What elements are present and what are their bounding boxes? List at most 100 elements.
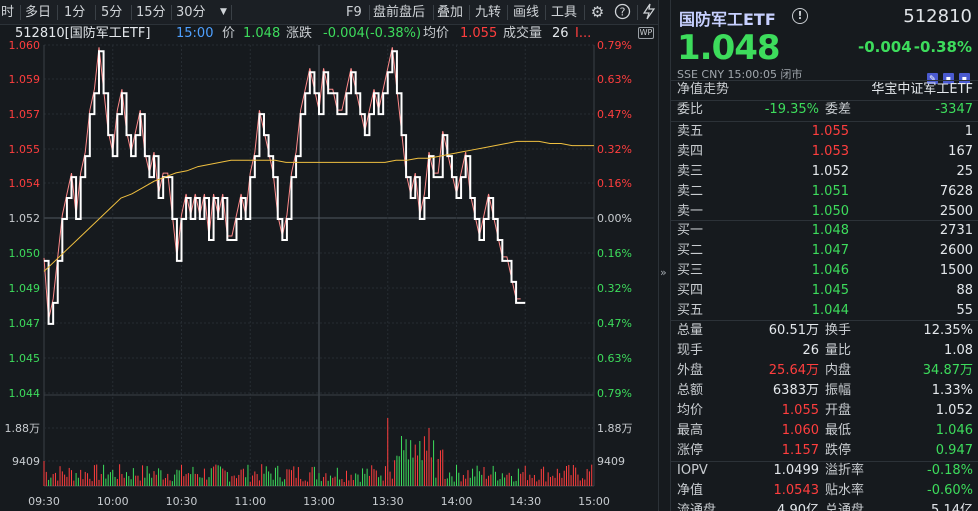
chart-toolbar: 时 多日 1分 5分 15分 30分 ▼ F9 盘前盘后 叠加 九转 画线 工具… (0, 0, 658, 25)
ask-level[interactable]: 卖二 1.051 7628 (671, 182, 978, 202)
price-value: 1.048 (243, 26, 281, 41)
info-icon[interactable]: ! (792, 8, 808, 24)
chart-info-bar: 512810[国防军工ETF] 15:00 价 1.048 涨跌 -0.004(… (0, 25, 658, 42)
percent-tick: 0.16% (597, 247, 632, 260)
ask-volume: 2500 (939, 204, 973, 219)
volume-tick: 1.88万 (597, 422, 633, 435)
bid-level[interactable]: 买五 1.044 55 (671, 301, 978, 321)
volume-label: 成交量 (503, 26, 543, 41)
bid-volume: 2600 (939, 243, 973, 258)
percent-tick: 0.79% (597, 387, 632, 400)
stat-label: 外盘 (677, 363, 704, 378)
bid-price: 1.048 (811, 223, 849, 238)
stats-row[interactable]: 均价 1.055 开盘 1.052 (671, 401, 978, 421)
stat-label: 总额 (677, 383, 704, 398)
tools-button[interactable]: 工具 (548, 3, 580, 22)
time-axis: 09:30 10:00 10:30 11:00 13:00 13:30 14:00 14:30… (28, 495, 610, 508)
tab-30min[interactable]: 30分 (173, 3, 209, 22)
avg-value: 1.055 (460, 26, 498, 41)
draw-line-button[interactable]: 画线 (510, 3, 542, 22)
volume-tick: 9409 (597, 455, 625, 468)
percent-tick: 0.63% (597, 73, 632, 86)
tab-15min[interactable]: 15分 (133, 3, 169, 22)
etf-title[interactable]: 国防军工ETF (679, 6, 776, 30)
stat-value: 1.0499 (773, 463, 820, 478)
quote-panel: 国防军工ETF ! 512810 1.048 -0.004 -0.38% SSE… (670, 0, 978, 511)
percent-tick: 0.32% (597, 143, 632, 156)
nav-row[interactable]: 净值走势 华宝中证军工ETF (671, 80, 978, 100)
stat-value: 26 (802, 343, 819, 358)
weicha-label: 委差 (825, 102, 852, 117)
ask-level[interactable]: 卖三 1.052 25 (671, 162, 978, 182)
divider (545, 5, 546, 20)
price-change-pct: -0.38% (913, 38, 972, 56)
price-high-line (43, 47, 521, 320)
gear-icon[interactable]: ⚙ (588, 3, 607, 22)
lightning-icon[interactable] (639, 3, 658, 22)
stats-row[interactable]: 总量 60.51万 换手 12.35% (671, 321, 978, 341)
ask-label: 卖五 (677, 124, 704, 139)
stat-label: 流通盘 (677, 503, 717, 511)
ask-level[interactable]: 卖一 1.050 2500 (671, 202, 978, 222)
percent-tick: 0.00% (597, 212, 632, 225)
stats-row[interactable]: 现手 26 量比 1.08 (671, 341, 978, 361)
stat-value: 1.157 (781, 443, 819, 458)
bid-level[interactable]: 买二 1.047 2600 (671, 241, 978, 261)
stat-value: 60.51万 (768, 323, 819, 338)
volume-tick: 9409 (12, 455, 40, 468)
ask-level[interactable]: 卖四 1.053 167 (671, 142, 978, 162)
price-axis: 1.0601.0591.0571.0551.0541.0521.0501.049… (5, 39, 41, 468)
stat-value: 34.87万 (922, 363, 973, 378)
tab-1min[interactable]: 1分 (61, 3, 88, 22)
time-tick: 10:30 (166, 495, 198, 508)
stats-row[interactable]: 总额 6383万 振幅 1.33% (671, 381, 978, 401)
stats-row[interactable]: 最高 1.060 最低 1.046 (671, 421, 978, 441)
price-tick: 1.044 (9, 387, 41, 400)
panel-collapse-handle[interactable]: » (658, 0, 670, 511)
bid-label: 买二 (677, 243, 704, 258)
bid-level[interactable]: 买四 1.045 88 (671, 281, 978, 301)
tab-5min[interactable]: 5分 (98, 3, 125, 22)
fund-stats-row[interactable]: 流通盘 4.90亿 总通盘 5.14亿 (671, 501, 978, 511)
ask-price: 1.052 (811, 164, 849, 179)
price-tick: 1.057 (9, 108, 41, 121)
ask-volume: 25 (956, 164, 973, 179)
ask-volume: 167 (948, 144, 973, 159)
percent-tick: 0.32% (597, 282, 632, 295)
stat-label: 总通盘 (825, 503, 865, 511)
stat-value: 1.055 (781, 403, 819, 418)
bid-level[interactable]: 买三 1.046 1500 (671, 261, 978, 281)
price-change: -0.004 (858, 38, 912, 56)
intraday-chart[interactable]: 1.060 1.059 1.057 1.055 1.054 1.052 1.050 1.049… (0, 25, 658, 511)
ask-level[interactable]: 卖五 1.055 1 (671, 122, 978, 142)
stat-value: 1.08 (944, 343, 973, 358)
info-time: 15:00 (176, 26, 214, 41)
f9-button[interactable]: F9 (343, 3, 365, 22)
overlay-button[interactable]: 叠加 (434, 3, 466, 22)
divider (231, 5, 232, 20)
stats-row[interactable]: 涨停 1.157 跌停 0.947 (671, 441, 978, 461)
stat-label: 现手 (677, 343, 704, 358)
tab-multi-day[interactable]: 多日 (22, 3, 54, 22)
divider (469, 5, 470, 20)
price-tick: 1.055 (9, 143, 41, 156)
wp-badge[interactable]: WP (638, 27, 654, 39)
stat-label: 跌停 (825, 443, 852, 458)
stat-label: 总量 (677, 323, 704, 338)
price-tick: 1.047 (9, 317, 41, 330)
stat-value: 5.14亿 (931, 503, 973, 511)
price-tick: 1.059 (9, 73, 41, 86)
ask-volume: 1 (964, 124, 973, 139)
fund-stats-row[interactable]: IOPV 1.0499 溢折率 -0.18% (671, 461, 978, 481)
ask-label: 卖三 (677, 164, 704, 179)
bid-level[interactable]: 买一 1.048 2731 (671, 221, 978, 241)
code-name: 512810[国防军工ETF] (15, 26, 151, 41)
change-label: 涨跌 (286, 26, 313, 41)
nine-turn-button[interactable]: 九转 (472, 3, 504, 22)
tab-intraday[interactable]: 时 (0, 3, 17, 22)
stats-row[interactable]: 外盘 25.64万 内盘 34.87万 (671, 361, 978, 381)
fund-stats-row[interactable]: 净值 1.0543 贴水率 -0.60% (671, 481, 978, 501)
pre-post-market-button[interactable]: 盘前盘后 (370, 3, 428, 22)
stat-value: 4.90亿 (777, 503, 819, 511)
help-icon[interactable]: ? (613, 3, 632, 22)
